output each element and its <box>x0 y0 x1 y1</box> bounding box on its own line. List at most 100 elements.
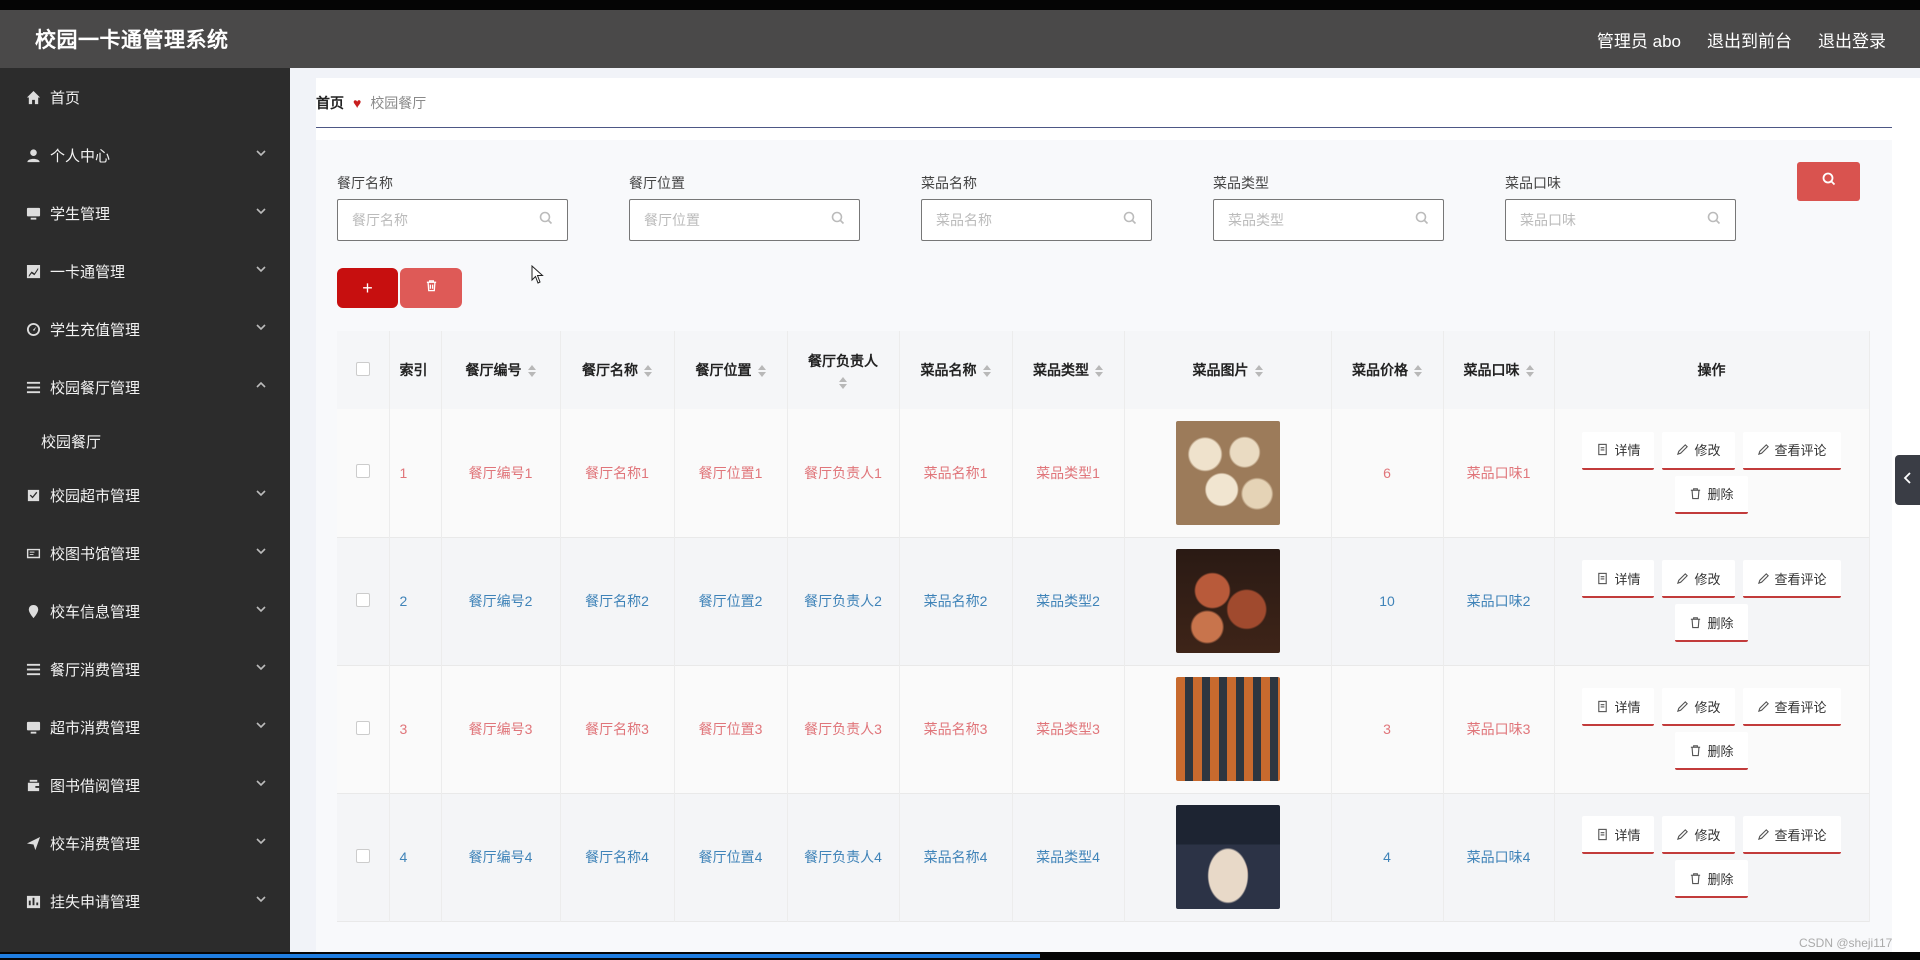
detail-button[interactable]: 详情 <box>1582 560 1655 598</box>
sort-icon[interactable] <box>1095 365 1103 378</box>
column-label: 菜品价格 <box>1352 362 1408 378</box>
sort-icon[interactable] <box>839 377 847 390</box>
restaurant-location-field[interactable] <box>629 199 860 241</box>
restaurant-name-input[interactable] <box>352 212 539 228</box>
delete-button[interactable]: 删除 <box>1675 475 1748 514</box>
filter-dish-taste: 菜品口味 <box>1505 173 1736 241</box>
view-comments-button[interactable]: 查看评论 <box>1742 431 1841 470</box>
detail-button[interactable]: 详情 <box>1582 816 1655 854</box>
column-header[interactable]: 菜品名称 <box>899 331 1013 409</box>
detail-button[interactable]: 详情 <box>1582 431 1655 470</box>
sidebar-item-recharge[interactable]: 学生充值管理 <box>0 300 290 358</box>
sort-icon[interactable] <box>1254 365 1263 378</box>
sidebar-item-bus-consumption[interactable]: 校车消费管理 <box>0 814 290 872</box>
breadcrumb-home[interactable]: 首页 <box>316 93 344 113</box>
sort-icon[interactable] <box>1414 365 1422 378</box>
dish-image[interactable] <box>1175 805 1280 909</box>
column-header[interactable]: 餐厅名称 <box>560 331 675 409</box>
restaurant-location-input[interactable] <box>644 212 831 228</box>
admin-user-link[interactable]: 管理员 abo <box>1597 27 1681 52</box>
edit-button[interactable]: 修改 <box>1662 431 1735 470</box>
sort-icon[interactable] <box>757 365 766 378</box>
sidebar-item-library[interactable]: 校图书馆管理 <box>0 524 290 582</box>
monitor-icon <box>24 718 42 736</box>
select-all-checkbox[interactable] <box>355 361 370 376</box>
batch-delete-button[interactable] <box>400 268 462 308</box>
row-select-cell <box>337 665 390 793</box>
top-bar: 校园一卡通管理系统 管理员 abo 退出到前台 退出登录 <box>0 10 1920 68</box>
cell-actions: 详情 修改 查看评论 删除 <box>1554 537 1870 665</box>
sidebar-item-profile[interactable]: 个人中心 <box>0 126 290 184</box>
sort-icon[interactable] <box>527 365 536 378</box>
sort-icon[interactable] <box>982 365 991 378</box>
dish-name-input[interactable] <box>936 212 1123 228</box>
sidebar-item-students[interactable]: 学生管理 <box>0 184 290 242</box>
dish-image[interactable] <box>1175 420 1280 525</box>
sidebar-item-loss-report[interactable]: 挂失申请管理 <box>0 872 290 930</box>
list-icon <box>24 378 42 396</box>
column-label: 餐厅负责人 <box>808 352 878 369</box>
dish-type-input[interactable] <box>1228 212 1415 228</box>
dish-image[interactable] <box>1175 549 1280 653</box>
mouse-cursor-icon <box>531 264 545 285</box>
view-comments-button[interactable]: 查看评论 <box>1742 688 1841 726</box>
sidebar-item-cards[interactable]: 一卡通管理 <box>0 242 290 300</box>
delete-button[interactable]: 删除 <box>1675 604 1748 642</box>
search-button[interactable] <box>1797 162 1860 201</box>
sidebar-item-supermarket[interactable]: 校园超市管理 <box>0 466 290 524</box>
sidebar-item-bus-info[interactable]: 校车信息管理 <box>0 582 290 640</box>
cell-image <box>1124 665 1332 793</box>
app-title: 校园一卡通管理系统 <box>35 29 229 52</box>
column-header[interactable]: 菜品类型 <box>1012 331 1125 409</box>
column-label: 餐厅名称 <box>582 362 638 378</box>
view-comments-button[interactable]: 查看评论 <box>1742 816 1841 854</box>
sidebar-item-home[interactable]: 首页 <box>0 68 290 126</box>
logout-link[interactable]: 退出登录 <box>1818 27 1886 52</box>
cell-index: 2 <box>389 537 442 665</box>
column-label: 操作 <box>1697 362 1726 378</box>
row-checkbox[interactable] <box>355 464 370 479</box>
side-panel-toggle[interactable] <box>1895 455 1920 505</box>
dish-taste-field[interactable] <box>1505 199 1736 241</box>
column-header[interactable]: 菜品图片 <box>1124 331 1332 409</box>
detail-button[interactable]: 详情 <box>1582 688 1655 726</box>
cell-price: 3 <box>1331 665 1444 793</box>
sidebar-item-canteen-consumption[interactable]: 餐厅消费管理 <box>0 640 290 698</box>
row-checkbox[interactable] <box>355 848 370 863</box>
dish-taste-input[interactable] <box>1520 212 1707 228</box>
cell-code: 餐厅编号3 <box>441 665 561 793</box>
sort-icon[interactable] <box>644 365 652 378</box>
restaurant-name-field[interactable] <box>337 199 568 241</box>
dish-type-field[interactable] <box>1213 199 1444 241</box>
edit-button[interactable]: 修改 <box>1662 688 1735 726</box>
row-checkbox[interactable] <box>355 720 370 735</box>
delete-button[interactable]: 删除 <box>1675 860 1748 898</box>
edit-button[interactable]: 修改 <box>1662 560 1735 598</box>
column-header[interactable]: 菜品价格 <box>1331 331 1444 409</box>
column-label: 餐厅位置 <box>695 362 752 378</box>
view-comments-button[interactable]: 查看评论 <box>1742 560 1841 598</box>
chevron-up-icon <box>254 378 268 392</box>
exit-to-frontend-link[interactable]: 退出到前台 <box>1707 27 1792 52</box>
column-header[interactable]: 餐厅位置 <box>674 331 788 409</box>
sidebar-item-supermarket-consumption[interactable]: 超市消费管理 <box>0 698 290 756</box>
sidebar-item-label: 校园超市管理 <box>50 487 141 505</box>
dish-image[interactable] <box>1175 677 1280 781</box>
cell-image <box>1124 537 1332 665</box>
column-header[interactable]: 餐厅编号 <box>441 331 561 409</box>
sort-icon[interactable] <box>1525 365 1534 378</box>
sidebar-subitem-canteen[interactable]: 校园餐厅 <box>0 416 290 466</box>
row-select-cell <box>337 537 390 665</box>
chevron-down-icon <box>254 320 268 334</box>
column-header[interactable]: 菜品口味 <box>1443 331 1555 409</box>
add-button[interactable]: + <box>337 268 398 308</box>
sidebar-item-book-borrowing[interactable]: 图书借阅管理 <box>0 756 290 814</box>
edit-button[interactable]: 修改 <box>1662 816 1735 854</box>
row-checkbox[interactable] <box>355 592 370 607</box>
dish-name-field[interactable] <box>921 199 1152 241</box>
column-header[interactable]: 餐厅负责人 <box>787 331 900 409</box>
cell-name: 餐厅名称1 <box>560 409 675 537</box>
delete-button[interactable]: 删除 <box>1675 732 1748 770</box>
sidebar-item-canteen-management[interactable]: 校园餐厅管理 <box>0 358 290 416</box>
sidebar-item-label: 学生充值管理 <box>50 321 141 339</box>
